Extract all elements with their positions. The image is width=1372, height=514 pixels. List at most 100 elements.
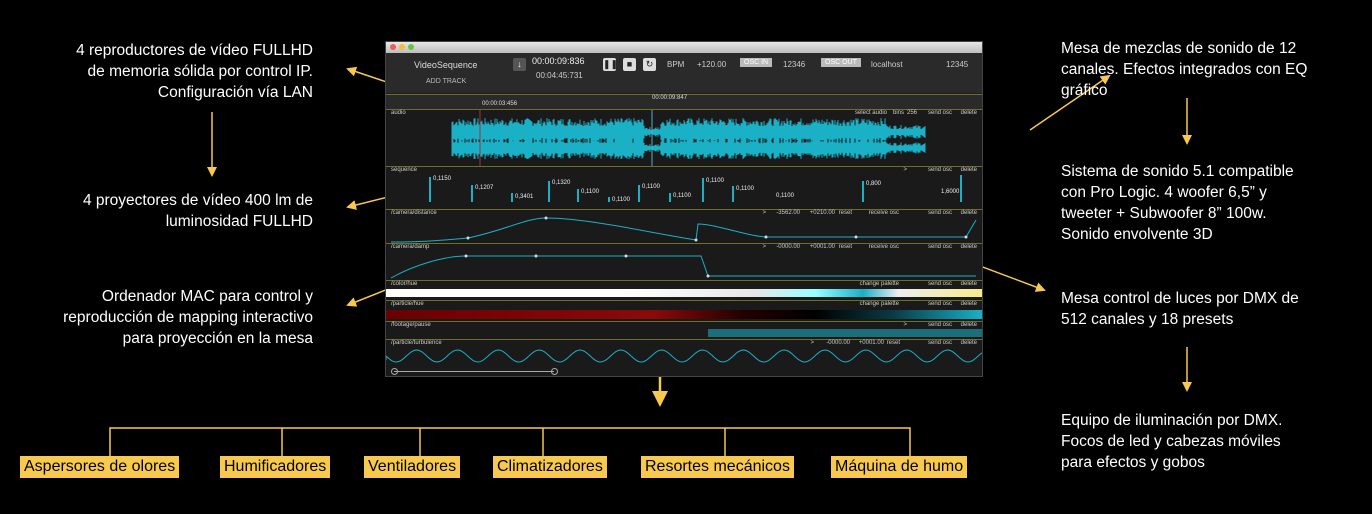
download-icon[interactable]: ↓: [513, 58, 526, 71]
time-current: 00:00:09:836: [532, 56, 585, 66]
delete-track-button[interactable]: delete: [961, 322, 977, 328]
note-line: para efectos y gobos: [1061, 454, 1205, 471]
timeline-scrollbar[interactable]: [386, 367, 982, 376]
delete-track-button[interactable]: delete: [961, 301, 977, 307]
note-line: 4 proyectores de vídeo 400 lm de: [82, 192, 313, 209]
minimize-icon[interactable]: [399, 44, 405, 50]
track-name: /footage/pause: [391, 322, 431, 328]
note-video-players: 4 reproductores de vídeo FULLHD de memor…: [18, 40, 313, 103]
osc-out-host[interactable]: localhost: [871, 60, 903, 69]
osc-out-button[interactable]: OSC OUT: [821, 58, 861, 67]
send-osc-toggle[interactable]: send osc: [928, 322, 952, 328]
osc-in-button[interactable]: OSC IN: [740, 58, 773, 67]
note-line: Equipo de iluminación por DMX.: [1061, 412, 1283, 429]
pause-block: [708, 329, 982, 337]
sequence-value: 0,1100: [581, 189, 599, 195]
track-footage-pause[interactable]: /footage/pause > send osc delete: [386, 321, 982, 339]
change-palette-button[interactable]: change palette: [860, 281, 899, 287]
note-line: gráfico: [1061, 82, 1108, 99]
sequence-value: 0,1207: [475, 185, 494, 191]
osc-in-port[interactable]: 12346: [783, 60, 805, 69]
note-line: Sistema de sonido 5.1 compatible: [1061, 163, 1294, 180]
sequence-value: 0,3401: [515, 194, 534, 200]
note-line: Ordenador MAC para control y: [101, 288, 313, 305]
sequence-value: 0,800: [866, 181, 882, 187]
curve-camera-distance: [390, 216, 977, 243]
track-sequence[interactable]: sequence > send osc delete 0,1150 0,1207…: [386, 166, 982, 209]
device-label: Climatizadores: [493, 456, 607, 478]
timeline-ruler[interactable]: 00:00:03:456 00:00:09:847: [386, 94, 982, 109]
track-particle-hue[interactable]: /particle/hue change palette send osc de…: [386, 300, 982, 321]
note-line: Mesa control de luces por DMX de: [1061, 290, 1299, 307]
send-osc-toggle[interactable]: send osc: [928, 301, 952, 307]
note-line: con Pro Logic. 4 woofer 6,5” y: [1061, 184, 1267, 201]
note-line: 4 reproductores de vídeo FULLHD: [76, 42, 313, 59]
track-name: /color/hue: [391, 281, 418, 287]
scroll-handle-start[interactable]: [391, 368, 398, 375]
audio-waveform: [451, 110, 926, 166]
device-label: Aspersores de olores: [20, 456, 180, 478]
track-camera-damp[interactable]: /camera/damp > -0000.00 +0001.00 reset r…: [386, 243, 982, 280]
bpm-value[interactable]: +120.00: [697, 60, 726, 69]
sequence-value: 1,6000: [941, 189, 960, 195]
note-line: Mesa de mezclas de sonido de 12: [1061, 40, 1297, 57]
device-label: Ventiladores: [364, 456, 461, 478]
track-color-hue[interactable]: /color/hue change palette send osc delet…: [386, 280, 982, 300]
track-camera-distance[interactable]: /camera/distance > -3562.00 +0210.00 res…: [386, 209, 982, 243]
curve-camera-damp: [390, 254, 976, 279]
track-name: /particle/hue: [391, 301, 424, 307]
color-gradient-bar[interactable]: [386, 289, 982, 297]
zoom-icon[interactable]: [408, 44, 414, 50]
videosequence-window: VideoSequence ADD TRACK ↓ 00:00:09:836 0…: [385, 41, 983, 377]
sequence-value: 0,1100: [776, 193, 794, 199]
scroll-handle-end[interactable]: [551, 368, 558, 375]
sequence-value: 0,1320: [552, 180, 571, 186]
add-track-button[interactable]: ADD TRACK: [426, 78, 466, 85]
app-title: VideoSequence: [414, 60, 478, 70]
note-line: canales. Efectos integrados con EQ: [1061, 61, 1308, 78]
note-line: Configuración vía LAN: [157, 84, 313, 101]
track-particle-turbulence[interactable]: /particle/turbulence > -0000.00 +0001.00…: [386, 339, 982, 367]
sequence-value: 0,1150: [433, 176, 451, 182]
note-line: para proyección en la mesa: [122, 330, 313, 347]
note-line: reproducción de mapping interactivo: [63, 309, 313, 326]
expand-arrow-icon[interactable]: >: [903, 322, 907, 328]
note-sound-system: Sistema de sonido 5.1 compatible con Pro…: [1061, 161, 1361, 245]
waveform-path: [451, 118, 926, 160]
device-label: Resortes mecánicos: [641, 456, 794, 478]
note-projectors: 4 proyectores de vídeo 400 lm de luminos…: [18, 190, 313, 232]
note-line: tweeter + Subwoofer 8” 100w.: [1061, 205, 1267, 222]
ruler-time-2: 00:00:09:847: [652, 95, 688, 101]
sequence-value: 0,1100: [642, 184, 660, 190]
note-line: luminosidad FULLHD: [165, 213, 313, 230]
sequence-value: 0,1100: [706, 178, 724, 184]
device-bracket: [109, 427, 911, 456]
toolbar: VideoSequence ADD TRACK ↓ 00:00:09:836 0…: [386, 53, 982, 93]
track-audio[interactable]: audio select audio bins 256 send osc del…: [386, 109, 982, 166]
sequence-blocks: 0,1150 0,1207 0,3401 0,1320 0,1100 0,110…: [386, 167, 982, 209]
pause-icon[interactable]: ❚❚: [603, 58, 618, 71]
time-total: 00:04:45:731: [536, 71, 583, 80]
sequence-value: 0,1100: [736, 186, 754, 192]
note-mac: Ordenador MAC para control y reproducció…: [10, 286, 313, 349]
note-mixer: Mesa de mezclas de sonido de 12 canales.…: [1061, 38, 1361, 101]
close-icon[interactable]: [390, 44, 396, 50]
osc-out-port[interactable]: 12345: [946, 60, 968, 69]
change-palette-button[interactable]: change palette: [860, 301, 899, 307]
note-line: de memoria sólida por control IP.: [87, 63, 313, 80]
particle-gradient-bar[interactable]: [386, 310, 982, 319]
send-osc-toggle[interactable]: send osc: [928, 281, 952, 287]
window-titlebar: [386, 42, 982, 53]
sequence-value: 0,1100: [612, 197, 630, 203]
bpm-label: BPM: [667, 60, 685, 69]
note-lighting: Equipo de iluminación por DMX. Focos de …: [1061, 410, 1361, 473]
device-label: Humificadores: [220, 456, 331, 478]
ruler-time-1: 00:00:03:456: [482, 101, 518, 107]
device-label: Máquina de humo: [831, 456, 968, 478]
sequence-value: 0,1100: [673, 193, 691, 199]
loop-icon[interactable]: ↻: [643, 58, 656, 71]
delete-track-button[interactable]: delete: [961, 281, 977, 287]
stop-icon[interactable]: ■: [623, 58, 636, 71]
note-dmx-console: Mesa control de luces por DMX de 512 can…: [1061, 288, 1361, 330]
note-line: Sonido envolvente 3D: [1061, 226, 1213, 243]
